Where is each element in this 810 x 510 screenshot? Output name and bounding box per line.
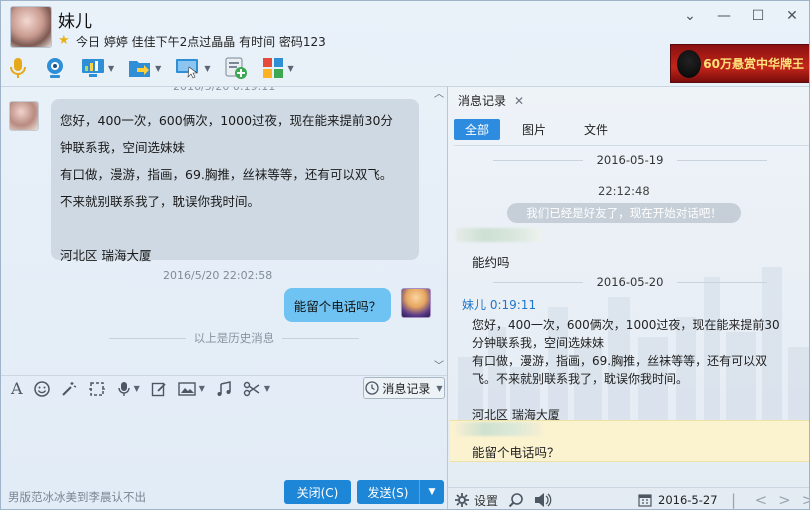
collapse-up-icon[interactable]: ︿	[434, 85, 444, 100]
settings-button[interactable]: 设置	[454, 492, 498, 509]
star-icon: ★	[58, 33, 70, 48]
contact-signature: 今日 婷婷 佳佳下午2点过晶晶 有时间 密码123	[76, 35, 326, 49]
collapse-down-icon[interactable]: ﹀	[434, 357, 444, 372]
search-icon[interactable]	[508, 492, 524, 508]
screen-share-icon[interactable]: ▼	[175, 55, 210, 81]
edit-icon[interactable]	[151, 381, 167, 397]
gear-icon	[455, 493, 469, 507]
music-icon[interactable]	[216, 380, 232, 397]
microphone-icon[interactable]	[7, 55, 29, 81]
history-divider: 以上是历史消息	[109, 331, 359, 345]
history-message[interactable]: 能留个电话吗？	[472, 442, 560, 461]
close-icon[interactable]: ✕	[775, 5, 809, 27]
close-icon[interactable]: ✕	[514, 94, 524, 108]
message-log-button[interactable]: 消息记录 ▼	[363, 377, 445, 399]
message-line: 有口做，漫游，指画，69.胸推，丝袜等等，还有可以双飞。	[60, 167, 393, 182]
message-line: 分钟联系我，空间选妹妹	[472, 336, 605, 350]
date-label: 2016-05-20	[596, 275, 664, 289]
emoji-icon[interactable]	[33, 380, 50, 397]
ad-text: 60万悬赏中华牌王	[703, 57, 804, 71]
message-line	[472, 388, 780, 406]
contact-name: 妹儿	[58, 12, 92, 32]
prev-page-icon[interactable]: <	[755, 491, 768, 509]
send-button-label: 发送(S)	[367, 485, 409, 500]
system-message: 我们已经是好友了，现在开始对话吧！	[507, 203, 741, 223]
pager: |< < > >|	[731, 491, 809, 509]
ad-banner[interactable]: 60万悬赏中华牌王	[670, 44, 809, 83]
send-options-chevron-icon[interactable]: ▼	[419, 480, 444, 504]
first-page-icon[interactable]: |<	[731, 491, 744, 509]
message-input[interactable]	[1, 402, 447, 480]
apps-icon[interactable]: ▼	[262, 55, 294, 81]
history-divider-label: 以上是历史消息	[193, 331, 275, 345]
message-line: 河北区 瑞海大厦	[60, 248, 152, 263]
sender-avatar[interactable]	[9, 101, 39, 131]
last-page-icon[interactable]: >|	[802, 491, 809, 509]
tab-label: 消息记录	[458, 94, 507, 108]
filter-all[interactable]: 全部	[454, 119, 501, 140]
message-line: 飞。不来就别联系我了，耽误你我时间。	[472, 372, 689, 386]
magic-wand-icon[interactable]	[61, 381, 77, 397]
speaker-icon[interactable]	[534, 492, 552, 508]
add-contact-icon[interactable]	[224, 55, 248, 81]
my-avatar[interactable]	[401, 288, 431, 318]
date-picker[interactable]: 2016-5-27	[638, 493, 718, 507]
maximize-icon[interactable]: ☐	[741, 5, 775, 27]
history-footer: 设置 2016-5-27 |< < > >|	[448, 487, 809, 509]
message-line	[60, 215, 410, 242]
font-icon[interactable]: A	[11, 379, 23, 398]
history-message[interactable]: 您好，400一次，600俩次，1000过夜，现在能来提前30 分钟联系我，空间选…	[472, 316, 780, 424]
date-separator: 2016-05-20	[448, 275, 809, 289]
message-timestamp: 2016/5/20 22:02:58	[163, 269, 273, 282]
news-ticker[interactable]: 男版范冰冰美到李晨认不出	[8, 489, 146, 505]
window-controls: ⌄ — ☐ ✕	[673, 5, 809, 27]
ad-mascot-icon	[677, 50, 701, 78]
remote-desktop-icon[interactable]: ▼	[81, 55, 114, 81]
next-page-icon[interactable]: >	[778, 491, 791, 509]
header-toolbar: ▼ ▼ ▼ ▼	[7, 55, 308, 81]
message-line: 您好，400一次，600俩次，1000过夜，现在能来提前30	[472, 318, 780, 332]
send-button[interactable]: 发送(S) ▼	[357, 480, 444, 504]
history-message[interactable]: 能约吗	[472, 252, 510, 271]
incoming-message-bubble[interactable]: 您好，400一次，600俩次，1000过夜，现在能来提前30分 钟联系我，空间选…	[51, 99, 419, 263]
filter-tabs: 全部 图片 文件	[454, 119, 809, 146]
blurred-sender	[456, 228, 542, 242]
message-timestamp: 2016/5/20 0:19:11	[173, 87, 275, 95]
clock-icon	[365, 381, 380, 395]
chat-window: 妹儿 ★ 今日 婷婷 佳佳下午2点过晶晶 有时间 密码123 ⌄ — ☐ ✕ ▼…	[0, 0, 810, 510]
calendar-icon	[638, 494, 652, 507]
video-call-icon[interactable]	[43, 55, 67, 81]
history-panel: 消息记录 ✕ 全部 图片 文件 2016-05-19 22:12:48 我们已经…	[447, 86, 809, 509]
image-icon[interactable]: ▼	[178, 381, 205, 397]
sender-line[interactable]: 妹儿 0:19:11	[462, 296, 536, 313]
send-file-icon[interactable]: ▼	[128, 55, 161, 81]
message-line: 钟联系我，空间选妹妹	[60, 140, 186, 155]
time-label: 22:12:48	[598, 184, 650, 198]
date-label: 2016-05-19	[596, 153, 664, 167]
chat-pane: ︿ 2016/5/20 0:19:11 您好，400一次，600俩次，1000过…	[1, 85, 447, 509]
settings-label: 设置	[474, 493, 499, 508]
date-value: 2016-5-27	[658, 493, 718, 507]
collapse-icon[interactable]: ⌄	[673, 5, 707, 27]
voice-message-icon[interactable]: ▼	[117, 381, 140, 397]
date-separator: 2016-05-19	[448, 153, 809, 167]
message-line: 不来就别联系我了，耽误你我时间。	[60, 194, 261, 209]
contact-avatar[interactable]	[10, 6, 52, 48]
chevron-down-icon: ▼	[436, 383, 443, 393]
scissors-icon[interactable]: ▼	[243, 381, 270, 397]
message-log-label: 消息记录	[382, 381, 431, 396]
message-line: 有口做，漫游，指画，69.胸推，丝袜等等，还有可以双	[472, 354, 768, 368]
tab-message-log[interactable]: 消息记录 ✕	[458, 92, 524, 109]
minimize-icon[interactable]: —	[707, 5, 741, 27]
close-button[interactable]: 关闭(C)	[284, 480, 351, 504]
screenshot-icon[interactable]	[88, 381, 106, 397]
filter-images[interactable]: 图片	[522, 119, 546, 140]
outgoing-message-bubble[interactable]: 能留个电话吗？	[284, 288, 391, 322]
blurred-sender	[456, 422, 542, 436]
message-line: 您好，400一次，600俩次，1000过夜，现在能来提前30分	[60, 113, 393, 128]
filter-files[interactable]: 文件	[584, 119, 608, 140]
